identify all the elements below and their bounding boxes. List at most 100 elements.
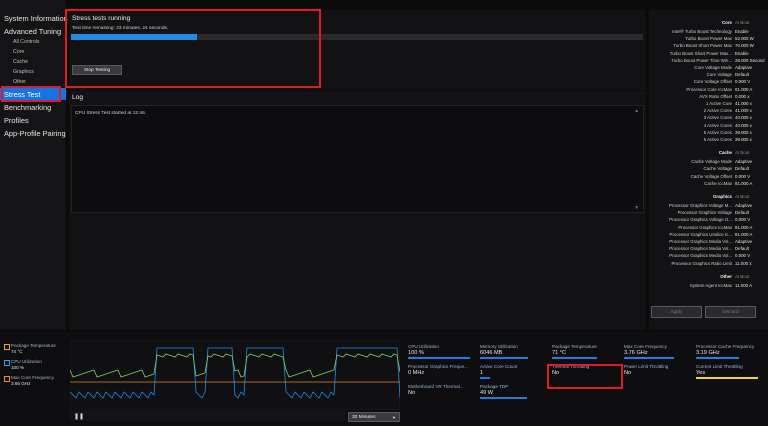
setting-value: 0.000 V xyxy=(735,79,751,85)
section-header-core: Core At Boot xyxy=(649,20,768,27)
setting-value: 41.000 x xyxy=(735,101,752,106)
sidebar-item-system-information[interactable]: System Information xyxy=(4,14,68,23)
setting-value: Enable xyxy=(735,29,749,34)
sidebar-item-other[interactable]: Other xyxy=(13,79,26,85)
setting-value: 81.000 A xyxy=(735,231,753,237)
setting-value: 40.000 x xyxy=(735,115,752,121)
metric-tile[interactable]: Max Core Frequency 3.76 GHz xyxy=(624,344,690,362)
telemetry-chart xyxy=(70,340,400,410)
setting-row: Processor Graphics Voltage Default xyxy=(649,210,768,217)
setting-row: Cache Voltage Default xyxy=(649,166,768,173)
chevron-down-icon: ▼ xyxy=(392,414,396,420)
setting-row: Processor Graphics Media Vol... Default xyxy=(649,246,768,253)
time-range-value: 30 Minutes xyxy=(352,414,376,420)
metric-tile[interactable]: Package Temperature 71 °C xyxy=(552,344,618,362)
setting-value: Adaptive xyxy=(735,159,753,165)
setting-label: Cache Voltage Mode xyxy=(691,159,732,165)
setting-label: Processor Graphics IccMax xyxy=(678,224,732,230)
legend-label: CPU Utilization xyxy=(11,359,42,364)
setting-row: Core Voltage Mode Adaptive xyxy=(649,65,768,72)
metric-tile[interactable]: Processor Cache Frequency 3.19 GHz xyxy=(696,344,762,362)
setting-row: 1 Active Core 41.000 x xyxy=(649,101,768,108)
setting-value: 0.000 V xyxy=(735,173,751,179)
scroll-down-icon[interactable]: ▼ xyxy=(634,206,639,211)
metric-tile[interactable]: Processor Graphics Freque... 0 MHz xyxy=(408,364,474,382)
legend-value: 3.66 GHz xyxy=(11,381,31,386)
metric-bar xyxy=(552,357,597,359)
sidebar-item-graphics[interactable]: Graphics xyxy=(13,69,34,75)
sidebar-item-cache[interactable]: Cache xyxy=(13,59,28,65)
setting-value: 0.000 x xyxy=(735,93,750,99)
pause-icon[interactable]: ❚❚ xyxy=(74,413,84,420)
metric-bar xyxy=(696,377,758,379)
legend-checkbox[interactable] xyxy=(4,376,10,382)
log-box[interactable]: CPU Stress Test started at 12:46. ▲ ▼ xyxy=(71,105,644,213)
log-title: Log xyxy=(72,94,84,101)
metric-tile[interactable]: Current Limit Throttling Yes xyxy=(696,364,762,382)
sidebar-item-advanced-tuning[interactable]: Advanced Tuning xyxy=(4,27,61,36)
setting-label: Turbo Boost Power Max xyxy=(685,36,732,42)
setting-label: Cache Voltage Offset xyxy=(690,173,732,179)
setting-row: Processor Core IccMax 81.000 A xyxy=(649,87,768,94)
legend-checkbox[interactable] xyxy=(4,344,10,350)
setting-label: 5 Active Cores xyxy=(703,129,732,135)
setting-value: 11.000 A xyxy=(735,282,753,288)
metric-tile[interactable]: Package TDP 49 W xyxy=(480,384,546,402)
metric-label: CPU Utilization xyxy=(408,344,439,349)
metric-value: 3.19 GHz xyxy=(696,350,720,356)
setting-row: Processor Graphics Unslice Ic... 81.000 A xyxy=(649,232,768,239)
metric-label: Processor Graphics Freque... xyxy=(408,364,468,369)
metric-tile[interactable]: Memory Utilization 6046 MB xyxy=(480,344,546,362)
setting-value: 11.000 x xyxy=(735,260,752,266)
setting-value: Adaptive xyxy=(735,65,753,70)
timeline-scrollbar[interactable]: ❚❚ xyxy=(70,411,345,421)
metric-tile[interactable]: CPU Utilization 100 % xyxy=(408,344,474,362)
metric-bar xyxy=(480,397,527,399)
legend-value: 100 % xyxy=(11,365,25,370)
metric-tile[interactable]: Motherboard VR Thermal... No xyxy=(408,384,474,402)
setting-value: 0.000 V xyxy=(735,253,751,259)
section-subtitle: At Boot xyxy=(735,273,750,279)
discard-button[interactable]: Discard xyxy=(705,306,756,318)
metric-label: Package Temperature xyxy=(552,344,597,349)
setting-value: Default xyxy=(735,246,749,252)
legend-value: 74 °C xyxy=(11,349,23,354)
sidebar-item-core[interactable]: Core xyxy=(13,49,24,55)
setting-row: Turbo Boost Power Time Win... 28.000 Seco… xyxy=(649,58,768,65)
setting-value: Default xyxy=(735,210,749,216)
metric-tile[interactable]: Active Core Count 1 xyxy=(480,364,546,382)
setting-label: Processor Graphics Voltage xyxy=(677,210,732,216)
setting-label: System Agent IccMax xyxy=(689,282,732,288)
metric-bar xyxy=(480,377,490,379)
setting-row: Core Voltage Offset 0.000 V xyxy=(649,79,768,86)
setting-row: 5 Active Cores 39.000 x xyxy=(649,130,768,137)
setting-row: System Agent IccMax 11.000 A xyxy=(649,283,768,290)
sidebar-item-benchmarking[interactable]: Benchmarking xyxy=(4,103,51,112)
sidebar-item-all-controls[interactable]: All Controls xyxy=(13,39,40,45)
metric-bar xyxy=(480,357,529,359)
setting-value: Enable xyxy=(735,50,749,56)
scroll-up-icon[interactable]: ▲ xyxy=(634,109,639,114)
setting-label: 2 Active Cores xyxy=(703,108,732,114)
metric-value: 71 °C xyxy=(552,350,567,356)
setting-label: Processor Graphics Media Vol... xyxy=(669,246,732,252)
legend-checkbox[interactable] xyxy=(4,360,10,366)
setting-row: 6 Active Cores 39.000 x xyxy=(649,137,768,144)
section-title: Core xyxy=(721,20,732,25)
metric-label: Motherboard VR Thermal... xyxy=(408,384,464,389)
metric-label: Memory Utilization xyxy=(480,344,518,349)
setting-label: 6 Active Cores xyxy=(703,137,732,142)
metric-tile[interactable]: Power Limit Throttling No xyxy=(624,364,690,382)
setting-row: Cache IccMax 81.000 A xyxy=(649,181,768,188)
time-range-select[interactable]: 30 Minutes ▼ xyxy=(348,412,400,422)
metric-value: Yes xyxy=(696,370,706,376)
section-header-other: Other At Boot xyxy=(649,274,768,281)
metric-value: No xyxy=(624,370,632,376)
apply-button[interactable]: Apply xyxy=(651,306,702,318)
sidebar-item-app-profile-pairing[interactable]: App-Profile Pairing xyxy=(4,129,66,138)
setting-label: AVX Ratio Offset xyxy=(699,93,732,99)
sidebar-item-profiles[interactable]: Profiles xyxy=(4,116,29,125)
setting-row: Processor Graphics Voltage O... 0.000 V xyxy=(649,217,768,224)
setting-row: Cache Voltage Offset 0.000 V xyxy=(649,174,768,181)
section-title: Graphics xyxy=(712,194,732,199)
